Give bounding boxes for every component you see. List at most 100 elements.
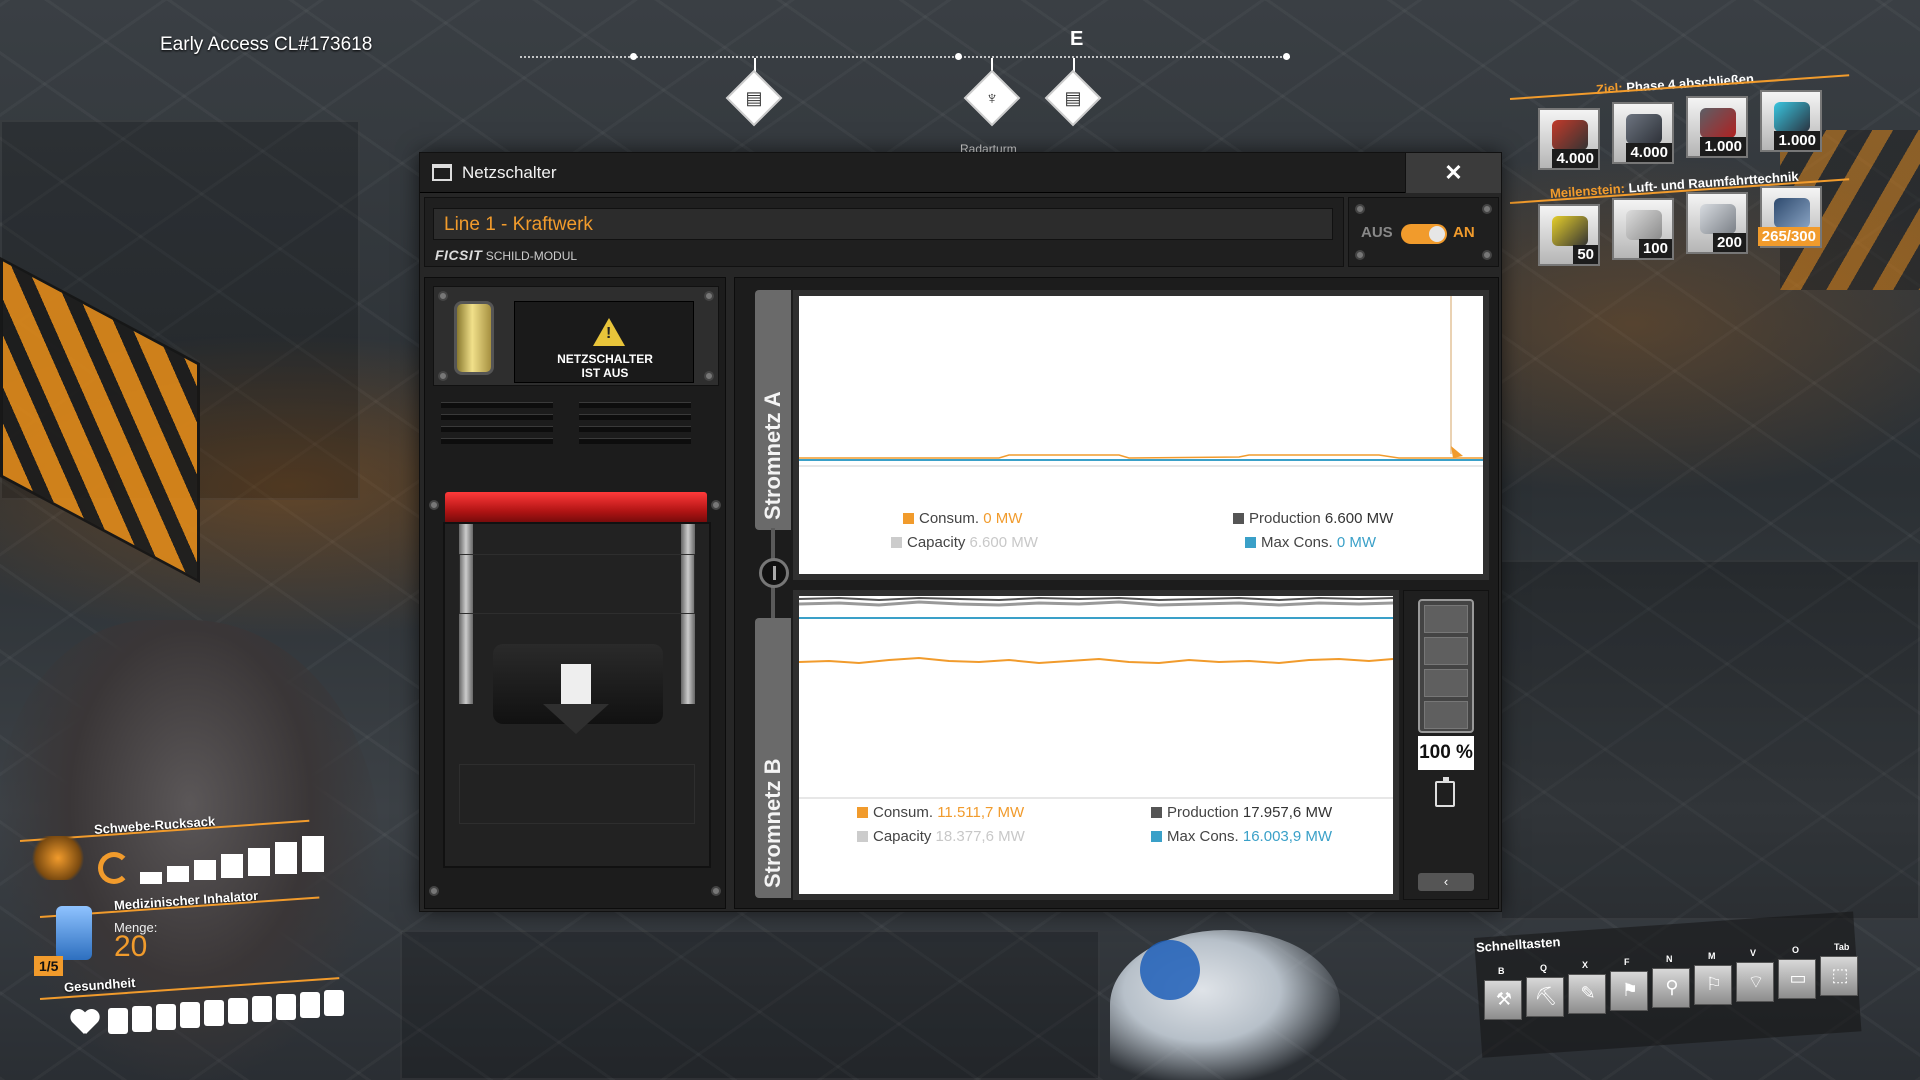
consumption-line	[799, 454, 1483, 459]
screw	[429, 500, 439, 510]
warning-icon	[593, 318, 625, 346]
compass-direction: E	[1070, 28, 1084, 50]
item-count: 1.000	[1700, 137, 1746, 156]
vent-slat	[441, 402, 553, 408]
hotkey-slot[interactable]: ⬚	[1820, 956, 1858, 996]
hotkey-key-label: V	[1750, 948, 1757, 958]
milestone-item: 50	[1538, 204, 1600, 266]
collapse-button[interactable]: ‹	[1418, 873, 1474, 891]
tool-icon: ⌔	[1747, 972, 1765, 992]
legend-label: Consum.	[873, 804, 934, 821]
legend-label: Production	[1167, 804, 1239, 821]
item-count: 265/300	[1757, 227, 1820, 246]
hotkey-key-label: Q	[1540, 963, 1548, 973]
compass-tick	[630, 53, 637, 60]
vent-slat	[441, 414, 553, 420]
fuel-cell	[167, 866, 189, 882]
legend-consum: Consum. 11.511,7 MW	[857, 804, 1024, 821]
compass-tick	[955, 53, 962, 60]
legend-capacity: Capacity 18.377,6 MW	[857, 828, 1025, 845]
vent-slat	[441, 438, 553, 444]
tool-icon: ⛏	[1534, 986, 1558, 1006]
hotkey-key-label: F	[1624, 957, 1630, 967]
grid-a-tab: Stromnetz A	[755, 290, 791, 530]
switch-panel: NETZSCHALTER IST AUS	[424, 277, 726, 909]
screw	[704, 371, 714, 381]
lever-housing	[443, 522, 711, 868]
maxcons-swatch	[1151, 831, 1162, 842]
item-count: 4.000	[1626, 143, 1672, 162]
grid-a-label: Stromnetz A	[760, 391, 785, 520]
compass-tick	[1283, 53, 1290, 60]
battery-segment	[1424, 669, 1468, 697]
item-icon	[1552, 120, 1588, 150]
consum-swatch	[857, 807, 868, 818]
vent-slat	[579, 402, 691, 408]
legend-value: 11.511,7 MW	[937, 804, 1025, 821]
build-version: Early Access CL#173618	[160, 34, 373, 55]
hotkey-slot[interactable]: ⚒	[1484, 980, 1522, 1020]
switch-name-field[interactable]: Line 1 - Kraftwerk	[433, 208, 1333, 240]
hotkey-key-label: M	[1708, 951, 1716, 961]
window-icon	[432, 164, 452, 181]
hotkey-slot[interactable]: ⚐	[1694, 965, 1732, 1005]
screw	[1482, 204, 1492, 214]
item-count: 4.000	[1552, 149, 1598, 168]
legend-label: Consum.	[919, 510, 980, 527]
housing-block	[459, 554, 695, 614]
power-toggle-panel: AUS AN	[1348, 197, 1499, 267]
item-count: 1.000	[1774, 131, 1820, 150]
hotkey-slot[interactable]: ⌔	[1736, 962, 1774, 1002]
capacity-swatch	[891, 537, 902, 548]
item-icon	[1700, 108, 1736, 138]
close-button[interactable]: ✕	[1405, 153, 1501, 193]
lever-rod	[681, 524, 695, 704]
health-cell	[276, 994, 296, 1020]
vent-slat	[579, 438, 691, 444]
grid-b-chart: Consum. 11.511,7 MW Production 17.957,6 …	[793, 590, 1399, 900]
status-screen: NETZSCHALTER IST AUS	[514, 301, 694, 383]
hotkey-key-label: O	[1792, 945, 1800, 955]
hotkey-slot[interactable]: ✎	[1568, 974, 1606, 1014]
grid-b-graph	[798, 596, 1394, 799]
item-icon	[1774, 102, 1810, 132]
capacity-line	[798, 600, 1394, 607]
health-cell	[228, 998, 248, 1024]
legend-label: Production	[1249, 510, 1321, 527]
hotkey-slot[interactable]: ⚲	[1652, 968, 1690, 1008]
goal-label: Ziel:	[1595, 80, 1624, 97]
map-marker-icon: ▤	[725, 69, 783, 127]
legend-label: Capacity	[907, 534, 966, 551]
hotkey-slot[interactable]: ⚑	[1610, 971, 1648, 1011]
screw	[704, 291, 714, 301]
tool-icon: ▭	[1789, 968, 1807, 988]
lever-grip[interactable]	[445, 492, 707, 524]
battery-segment	[1424, 637, 1468, 665]
health-cell	[324, 990, 344, 1016]
battery-gauge	[1418, 599, 1474, 733]
grid-link-icon	[759, 558, 789, 588]
health-cell	[300, 992, 320, 1018]
screw	[438, 291, 448, 301]
hotkey-slot[interactable]: ⛏	[1526, 977, 1564, 1017]
fuel-cell	[221, 854, 243, 878]
power-toggle[interactable]	[1401, 224, 1447, 244]
hotkey-slot[interactable]: ▭	[1778, 959, 1816, 999]
production-swatch	[1151, 807, 1162, 818]
item-icon	[1700, 204, 1736, 234]
legend-maxcons: Max Cons. 16.003,9 MW	[1151, 828, 1332, 845]
cursor-marker-icon	[1451, 446, 1463, 458]
status-lamp-icon	[454, 301, 494, 375]
tool-icon: ⚐	[1705, 974, 1723, 994]
floor-plate	[400, 930, 1100, 1080]
window-titlebar[interactable]: Netzschalter ✕	[420, 153, 1501, 193]
module-brand: FICSIT SCHILD-MODUL	[435, 247, 577, 263]
power-lever[interactable]	[493, 644, 663, 734]
production-swatch	[1233, 513, 1244, 524]
consumption-line	[798, 656, 1394, 665]
status-box: NETZSCHALTER IST AUS	[433, 286, 719, 386]
grid-b-tab: Stromnetz B	[755, 618, 791, 898]
legend-value: 17.957,6 MW	[1242, 804, 1333, 821]
radar-tower-icon: ♆	[963, 69, 1021, 127]
fuel-cell	[275, 842, 297, 874]
